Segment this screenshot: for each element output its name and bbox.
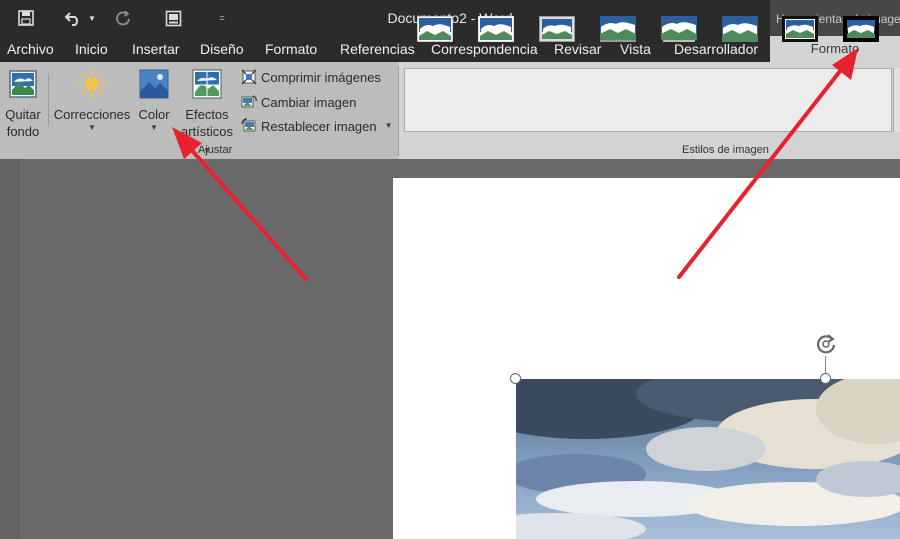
remove-background-icon xyxy=(9,70,37,98)
picture-color-icon xyxy=(139,69,169,99)
adjust-group-label: Ajustar xyxy=(198,144,233,156)
picture-styles-gallery xyxy=(404,68,892,132)
rotate-handle-icon[interactable] xyxy=(813,331,839,357)
tab-insertar[interactable]: Insertar xyxy=(132,41,179,57)
picture-style-thumb-4[interactable] xyxy=(600,16,636,42)
resize-handle-top-left[interactable] xyxy=(510,373,521,384)
picture-style-thumb-5[interactable] xyxy=(661,16,697,42)
picture-style-thumb-3[interactable] xyxy=(539,16,575,42)
picture-styles-group-label: Estilos de imagen xyxy=(682,144,769,156)
sky-clouds-image xyxy=(516,379,900,539)
remove-background-line1: Quitar xyxy=(5,107,41,122)
remove-background-button[interactable]: Quitar fondo xyxy=(2,68,44,140)
corrections-caret-icon: ▼ xyxy=(88,123,96,132)
picture-style-thumb-8[interactable] xyxy=(843,16,879,42)
artistic-effects-line1: Efectos xyxy=(185,107,229,122)
tab-correspondencia[interactable]: Correspondencia xyxy=(431,41,538,57)
resize-handle-top-middle[interactable] xyxy=(820,373,831,384)
compress-pictures-label: Comprimir imágenes xyxy=(261,69,381,85)
selected-picture[interactable] xyxy=(516,379,900,539)
change-picture-button[interactable]: Cambiar imagen xyxy=(241,94,356,110)
tab-vista[interactable]: Vista xyxy=(620,41,651,57)
compress-pictures-button[interactable]: Comprimir imágenes xyxy=(241,69,381,85)
reset-picture-label: Restablecer imagen xyxy=(261,118,377,134)
tab-revisar[interactable]: Revisar xyxy=(554,41,601,57)
corrections-label: Correcciones xyxy=(53,107,131,122)
tab-inicio[interactable]: Inicio xyxy=(75,41,108,57)
picture-style-thumb-1[interactable] xyxy=(417,16,453,42)
reset-picture-caret-icon[interactable]: ▼ xyxy=(385,121,393,131)
picture-style-thumb-2[interactable] xyxy=(478,16,514,42)
ribbon-separator xyxy=(48,74,49,126)
tab-desarrollador[interactable]: Desarrollador xyxy=(674,41,758,57)
tab-formato-main[interactable]: Formato xyxy=(265,41,317,57)
compress-pictures-icon xyxy=(241,69,257,85)
color-label: Color xyxy=(138,107,170,122)
sun-icon xyxy=(78,70,106,98)
gallery-scroll-button[interactable] xyxy=(893,68,900,132)
color-button[interactable]: Color ▼ xyxy=(132,68,176,133)
left-ruler-strip xyxy=(0,159,20,539)
artistic-effects-icon xyxy=(192,69,222,99)
ribbon-group-separator xyxy=(398,66,399,156)
remove-background-line2: fondo xyxy=(6,124,40,139)
tab-archivo[interactable]: Archivo xyxy=(7,41,54,57)
color-caret-icon: ▼ xyxy=(150,123,158,132)
tab-diseno[interactable]: Diseño xyxy=(200,41,244,57)
corrections-button[interactable]: Correcciones ▼ xyxy=(52,68,132,133)
picture-style-thumb-6[interactable] xyxy=(722,16,758,42)
reset-picture-icon xyxy=(241,118,256,132)
picture-style-thumb-7[interactable] xyxy=(782,16,818,42)
tab-referencias[interactable]: Referencias xyxy=(340,41,415,57)
change-picture-icon xyxy=(241,95,257,108)
reset-picture-button[interactable]: Restablecer imagen ▼ xyxy=(241,118,393,134)
change-picture-label: Cambiar imagen xyxy=(261,94,357,110)
